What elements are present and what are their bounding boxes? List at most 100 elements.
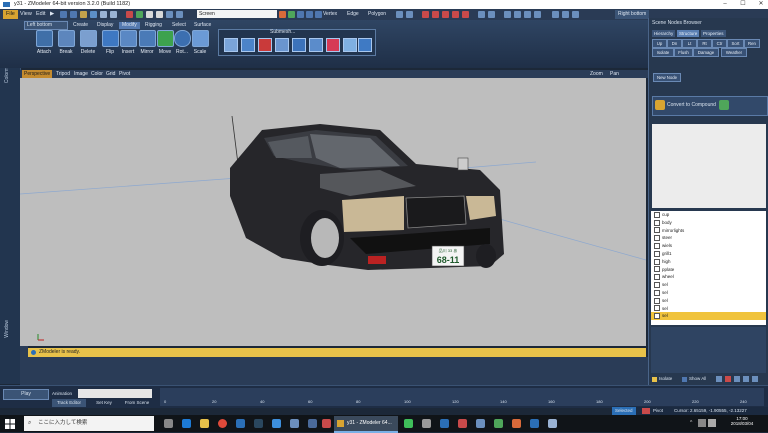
open-icon[interactable] bbox=[80, 11, 87, 18]
tray-up-icon[interactable]: ^ bbox=[690, 420, 692, 426]
volume-icon[interactable] bbox=[708, 419, 716, 427]
red-a-icon[interactable] bbox=[422, 11, 429, 18]
compound-green-icon[interactable] bbox=[719, 100, 729, 110]
app-icon-9[interactable] bbox=[322, 419, 331, 428]
network-icon[interactable] bbox=[698, 419, 706, 427]
list-item[interactable]: body bbox=[651, 219, 766, 227]
ribbon-tab-display[interactable]: Display bbox=[94, 22, 116, 29]
list-item[interactable]: mirrorlights bbox=[651, 227, 766, 235]
edge-mode-button[interactable]: Edge bbox=[344, 10, 362, 19]
visibility-checkbox[interactable] bbox=[654, 297, 660, 304]
submesh-icon-6[interactable] bbox=[309, 38, 323, 52]
rotate-tool[interactable]: Rot... bbox=[172, 30, 192, 55]
list-item[interactable]: wheel bbox=[651, 273, 766, 281]
red-d-icon[interactable] bbox=[452, 11, 459, 18]
task-view-icon[interactable] bbox=[164, 419, 173, 428]
node-rename-button[interactable]: Ren bbox=[744, 39, 760, 48]
isolate-node-button[interactable]: Isolate bbox=[652, 48, 674, 57]
view-g-icon[interactable] bbox=[552, 11, 559, 18]
viewport-color-menu[interactable]: Color bbox=[91, 70, 103, 78]
visibility-checkbox[interactable] bbox=[654, 274, 660, 281]
view-h-icon[interactable] bbox=[562, 11, 569, 18]
node-sort-button[interactable]: Sort bbox=[727, 39, 744, 48]
flip-tool[interactable]: Flip bbox=[100, 30, 120, 55]
submesh-icon-1[interactable] bbox=[224, 38, 238, 52]
app-icon-6[interactable] bbox=[272, 419, 281, 428]
break-tool[interactable]: Break bbox=[56, 30, 76, 55]
scale-tool[interactable]: Scale bbox=[190, 30, 210, 55]
visibility-checkbox[interactable] bbox=[654, 219, 660, 226]
ribbon-tab-modify[interactable]: Modify bbox=[119, 22, 140, 29]
insert-tool[interactable]: Insert bbox=[118, 30, 138, 55]
red-tool-icon[interactable] bbox=[126, 11, 133, 18]
attach-tool[interactable]: Attach bbox=[34, 30, 54, 55]
visibility-checkbox[interactable] bbox=[654, 289, 660, 296]
submesh-icon-5[interactable] bbox=[292, 38, 306, 52]
save-icon[interactable] bbox=[90, 11, 97, 18]
panel-tool-icon-4[interactable] bbox=[743, 376, 749, 382]
green-tool-icon[interactable] bbox=[136, 11, 143, 18]
view-i-icon[interactable] bbox=[572, 11, 579, 18]
node-up-button[interactable]: Up bbox=[652, 39, 667, 48]
app-icon-7[interactable] bbox=[290, 419, 299, 428]
redo-icon[interactable] bbox=[70, 11, 77, 18]
scale-mode-icon[interactable] bbox=[297, 11, 304, 18]
visibility-checkbox[interactable] bbox=[654, 250, 660, 257]
viewport-tripod-menu[interactable]: Tripod bbox=[56, 70, 70, 78]
ribbon-tab-surface[interactable]: Surface bbox=[191, 22, 214, 29]
tab-hierarchy[interactable]: Hierarchy bbox=[652, 30, 676, 37]
steam-icon[interactable] bbox=[254, 419, 263, 428]
right-bottom-tab[interactable]: Right bottom bbox=[615, 10, 650, 19]
node-mode-icon[interactable] bbox=[396, 11, 403, 18]
app-icon-13[interactable] bbox=[458, 419, 467, 428]
polygon-mode-button[interactable]: Polygon bbox=[365, 10, 389, 19]
frame-range-button[interactable]: From Scene bbox=[120, 399, 154, 407]
app-icon-12[interactable] bbox=[440, 419, 449, 428]
submesh-icon-3[interactable] bbox=[258, 38, 272, 52]
ribbon-tab-rigging[interactable]: Rigging bbox=[142, 22, 165, 29]
red-c-icon[interactable] bbox=[442, 11, 449, 18]
damage-button[interactable]: Damage bbox=[693, 48, 719, 57]
window-icon[interactable] bbox=[176, 11, 183, 18]
play-button[interactable]: Play bbox=[3, 389, 49, 400]
maximize-button[interactable]: ☐ bbox=[734, 0, 752, 9]
view-d-icon[interactable] bbox=[514, 11, 521, 18]
left-bottom-dropdown[interactable]: Left bottom bbox=[24, 21, 68, 30]
visibility-checkbox[interactable] bbox=[654, 281, 660, 288]
animation-dropdown[interactable] bbox=[78, 389, 152, 398]
show-all-button[interactable]: Show All bbox=[689, 375, 706, 383]
submesh-icon-9[interactable] bbox=[358, 38, 372, 52]
tab-structure[interactable]: Structure bbox=[677, 30, 700, 37]
node-left-button[interactable]: Lt bbox=[682, 39, 697, 48]
minimize-button[interactable]: – bbox=[716, 0, 734, 9]
red-b-icon[interactable] bbox=[432, 11, 439, 18]
panel-tool-icon-5[interactable] bbox=[752, 376, 758, 382]
convert-to-compound-button[interactable]: Convert to Compound bbox=[667, 101, 716, 109]
import-icon[interactable] bbox=[100, 11, 107, 18]
submesh-icon-2[interactable] bbox=[241, 38, 255, 52]
new-node-button[interactable]: New Node bbox=[653, 73, 681, 82]
app-icon-18[interactable] bbox=[548, 419, 557, 428]
visibility-checkbox[interactable] bbox=[654, 243, 660, 249]
list-item[interactable]: grill1 bbox=[651, 250, 766, 258]
active-app-button[interactable]: y31 - ZModeler 64... bbox=[334, 416, 398, 433]
move-mode-icon[interactable] bbox=[279, 11, 286, 18]
snap-icon[interactable] bbox=[406, 11, 413, 18]
list-item[interactable]: sel bbox=[651, 297, 766, 305]
flush-button[interactable]: Flush bbox=[674, 48, 693, 57]
set-key-button[interactable]: Set Key bbox=[92, 399, 116, 407]
pivot-mode-icon[interactable] bbox=[306, 11, 313, 18]
view-a-icon[interactable] bbox=[478, 11, 485, 18]
windows-start-icon[interactable] bbox=[5, 419, 15, 429]
panel-tool-icon-3[interactable] bbox=[734, 376, 740, 382]
app-icon-8[interactable] bbox=[308, 419, 317, 428]
left-strip-label-2[interactable]: Window bbox=[4, 320, 10, 338]
submesh-icon-4[interactable] bbox=[275, 38, 289, 52]
tab-properties[interactable]: Properties bbox=[701, 30, 726, 37]
node-center-button[interactable]: Ctr bbox=[712, 39, 727, 48]
edge-browser-icon[interactable] bbox=[182, 419, 191, 428]
3d-viewport[interactable]: 品川 33 あ 68-11 bbox=[20, 78, 646, 346]
chrome-icon[interactable] bbox=[218, 419, 227, 428]
red-e-icon[interactable] bbox=[462, 11, 469, 18]
close-button[interactable]: ✕ bbox=[752, 0, 768, 9]
